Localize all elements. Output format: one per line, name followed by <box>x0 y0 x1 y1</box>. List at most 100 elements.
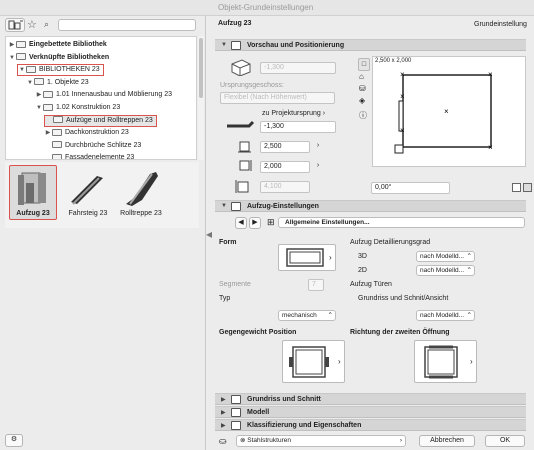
tree-item[interactable]: Durchbrüche Schlitze 23 <box>44 140 141 152</box>
elevation-3d-icon <box>231 59 251 76</box>
depth-field[interactable]: 2,000 <box>260 161 310 173</box>
elevator-thumbnail-icon <box>18 172 46 205</box>
reference-value-field[interactable]: -1,300 <box>260 121 336 133</box>
chevron-down-icon[interactable]: ▼ <box>26 77 34 89</box>
folder-icon <box>53 116 63 124</box>
svg-text:×: × <box>400 70 405 79</box>
moving-walkway-thumbnail-icon[interactable] <box>67 168 109 210</box>
tree-item[interactable]: ▼ 1. Objekte 23 <box>26 77 89 89</box>
favorites-star-icon[interactable]: ☆ <box>27 18 37 31</box>
tree-item-label: Fassadenelemente 23 <box>65 154 135 160</box>
tree-scroll-thumb[interactable] <box>199 38 203 98</box>
mirror-toggle[interactable] <box>512 183 521 192</box>
tree-item-label: Aufzüge und Rolltreppen 23 <box>66 116 153 124</box>
section-view-icon[interactable]: ⌂ <box>359 72 364 81</box>
tree-item[interactable]: ▼ Verknüpfte Bibliotheken <box>8 52 109 64</box>
info-icon[interactable]: ⓘ <box>359 110 367 121</box>
doors-label: Aufzug Türen <box>350 281 392 288</box>
chevron-right-icon: ▶ <box>221 397 226 403</box>
section-plan-section[interactable]: ▶ Grundriss und Schnitt <box>215 393 526 405</box>
library-manager-button[interactable] <box>5 18 25 32</box>
folder-icon <box>52 141 62 149</box>
structure-select[interactable]: ⊗ Stahlstrukturen › <box>236 435 406 447</box>
second-opening-picker[interactable]: › <box>414 340 477 383</box>
tree-item[interactable]: Aufzüge und Rolltreppen 23 <box>44 114 157 127</box>
detail-3d-label: 3D <box>358 253 367 260</box>
width-link-button[interactable]: › <box>313 141 323 153</box>
library-item-label[interactable]: Rolltreppe 23 <box>113 210 169 217</box>
section-model[interactable]: ▶ Modell <box>215 406 526 418</box>
chevron-down-icon[interactable]: ▼ <box>35 102 43 114</box>
tree-item-label: BIBLIOTHEKEN 23 <box>39 66 100 74</box>
3d-view-icon[interactable]: ◈ <box>359 96 365 105</box>
chevron-right-icon[interactable]: ▶ <box>44 127 52 139</box>
escalator-thumbnail-icon[interactable] <box>120 166 162 208</box>
detail-2d-select[interactable]: nach Modelld... ⌃ <box>416 265 475 276</box>
tree-item-label: Dachkonstruktion 23 <box>65 129 129 137</box>
detail-2d-label: 2D <box>358 267 367 274</box>
width-field[interactable]: 2,500 <box>260 141 310 153</box>
section-preview[interactable]: ▼ Vorschau und Positionierung <box>215 39 526 51</box>
view-plan-button[interactable]: □ <box>358 58 370 71</box>
chevron-down-icon[interactable]: ▼ <box>8 52 16 64</box>
next-page-button[interactable]: ▶ <box>249 217 261 229</box>
settings-page-select[interactable]: Allgemeine Einstellungen... <box>278 217 525 228</box>
tree-item[interactable]: ▶ 1.01 Innenausbau und Möblierung 23 <box>35 89 172 101</box>
angle-field[interactable]: 0,00° <box>371 182 450 194</box>
height-field[interactable]: 4,100 <box>260 181 310 193</box>
depth-link-button[interactable]: › <box>313 161 323 173</box>
prev-page-button[interactable]: ◀ <box>235 217 247 229</box>
segments-label: Segmente <box>219 281 251 288</box>
preview-canvas[interactable]: 2,500 x 2,000 × × × × × × <box>372 56 526 167</box>
elevation-view-icon[interactable]: ⛁ <box>359 84 366 93</box>
folder-icon <box>43 91 53 99</box>
preview-icon <box>231 41 241 50</box>
folder-icon <box>43 103 53 111</box>
folder-icon <box>52 128 62 136</box>
layer-icon: ⛀ <box>219 436 227 446</box>
folder-icon <box>16 40 26 48</box>
library-item-aufzug[interactable]: Aufzug 23 <box>9 165 57 220</box>
reference-select[interactable]: zu Projektursprung › <box>262 109 336 121</box>
rectangular-form-icon <box>286 248 324 267</box>
reference-level-icon <box>227 120 255 128</box>
elevation-field[interactable]: -1,300 <box>260 62 336 74</box>
preset-name[interactable]: Grundeinstellung <box>474 21 527 28</box>
plan-preview-drawing: × × × × × × <box>394 70 493 154</box>
folder-icon <box>26 65 36 73</box>
detail-3d-select[interactable]: nach Modelld... ⌃ <box>416 251 475 262</box>
section-elevator-settings[interactable]: ▼ Aufzug-Einstellungen <box>215 200 526 212</box>
tree-item[interactable]: ▶ Eingebettete Bibliothek <box>8 39 107 51</box>
height-icon <box>235 180 249 193</box>
tree-item[interactable]: ▶ Dachkonstruktion 23 <box>44 127 129 139</box>
tree-item-label: 1. Objekte 23 <box>47 78 89 86</box>
type-select[interactable]: mechanisch ⌃ <box>278 310 336 321</box>
elevator-settings-icon <box>231 202 241 211</box>
tree-item-label: Verknüpfte Bibliotheken <box>29 53 110 61</box>
section-classification[interactable]: ▶ Klassifizierung und Eigenschaften <box>215 419 526 431</box>
chevron-right-icon: ▶ <box>221 423 226 429</box>
chevron-down-icon[interactable]: ▼ <box>18 65 26 75</box>
tree-item[interactable]: ▼ BIBLIOTHEKEN 23 <box>17 64 104 77</box>
cancel-button[interactable]: Abbrechen <box>419 435 475 447</box>
tree-item[interactable]: ▼ 1.02 Konstruktion 23 <box>35 102 120 114</box>
library-search-input[interactable] <box>58 19 196 31</box>
svg-text:×: × <box>488 143 493 152</box>
tree-item-label: 1.02 Konstruktion 23 <box>56 104 121 111</box>
search-icon[interactable]: ⌕ <box>44 19 49 30</box>
chevron-right-icon[interactable]: ▶ <box>35 89 43 101</box>
home-story-select[interactable]: Flexibel (Nach Höhenwert) <box>220 92 335 104</box>
tree-item[interactable]: Fassadenelemente 23 <box>44 152 135 160</box>
library-tree[interactable]: ▶ Eingebettete Bibliothek ▼ Verknüpfte Bibl… <box>5 36 197 160</box>
ok-button[interactable]: OK <box>485 435 525 447</box>
tree-item-label: Eingebettete Bibliothek <box>29 41 107 48</box>
mirror-toggle-2[interactable] <box>523 183 532 192</box>
counterweight-picker[interactable]: › <box>282 340 345 383</box>
segments-field[interactable]: 7 <box>308 279 324 291</box>
library-item-label: Aufzug 23 <box>16 210 50 217</box>
library-settings-button[interactable]: ⚙ <box>5 434 23 447</box>
chevron-right-icon[interactable]: ▶ <box>8 39 16 51</box>
library-item-label[interactable]: Fahrsteig 23 <box>62 210 114 217</box>
plan-section-select[interactable]: nach Modelld... ⌃ <box>416 310 475 321</box>
form-picker[interactable]: › <box>278 244 336 271</box>
